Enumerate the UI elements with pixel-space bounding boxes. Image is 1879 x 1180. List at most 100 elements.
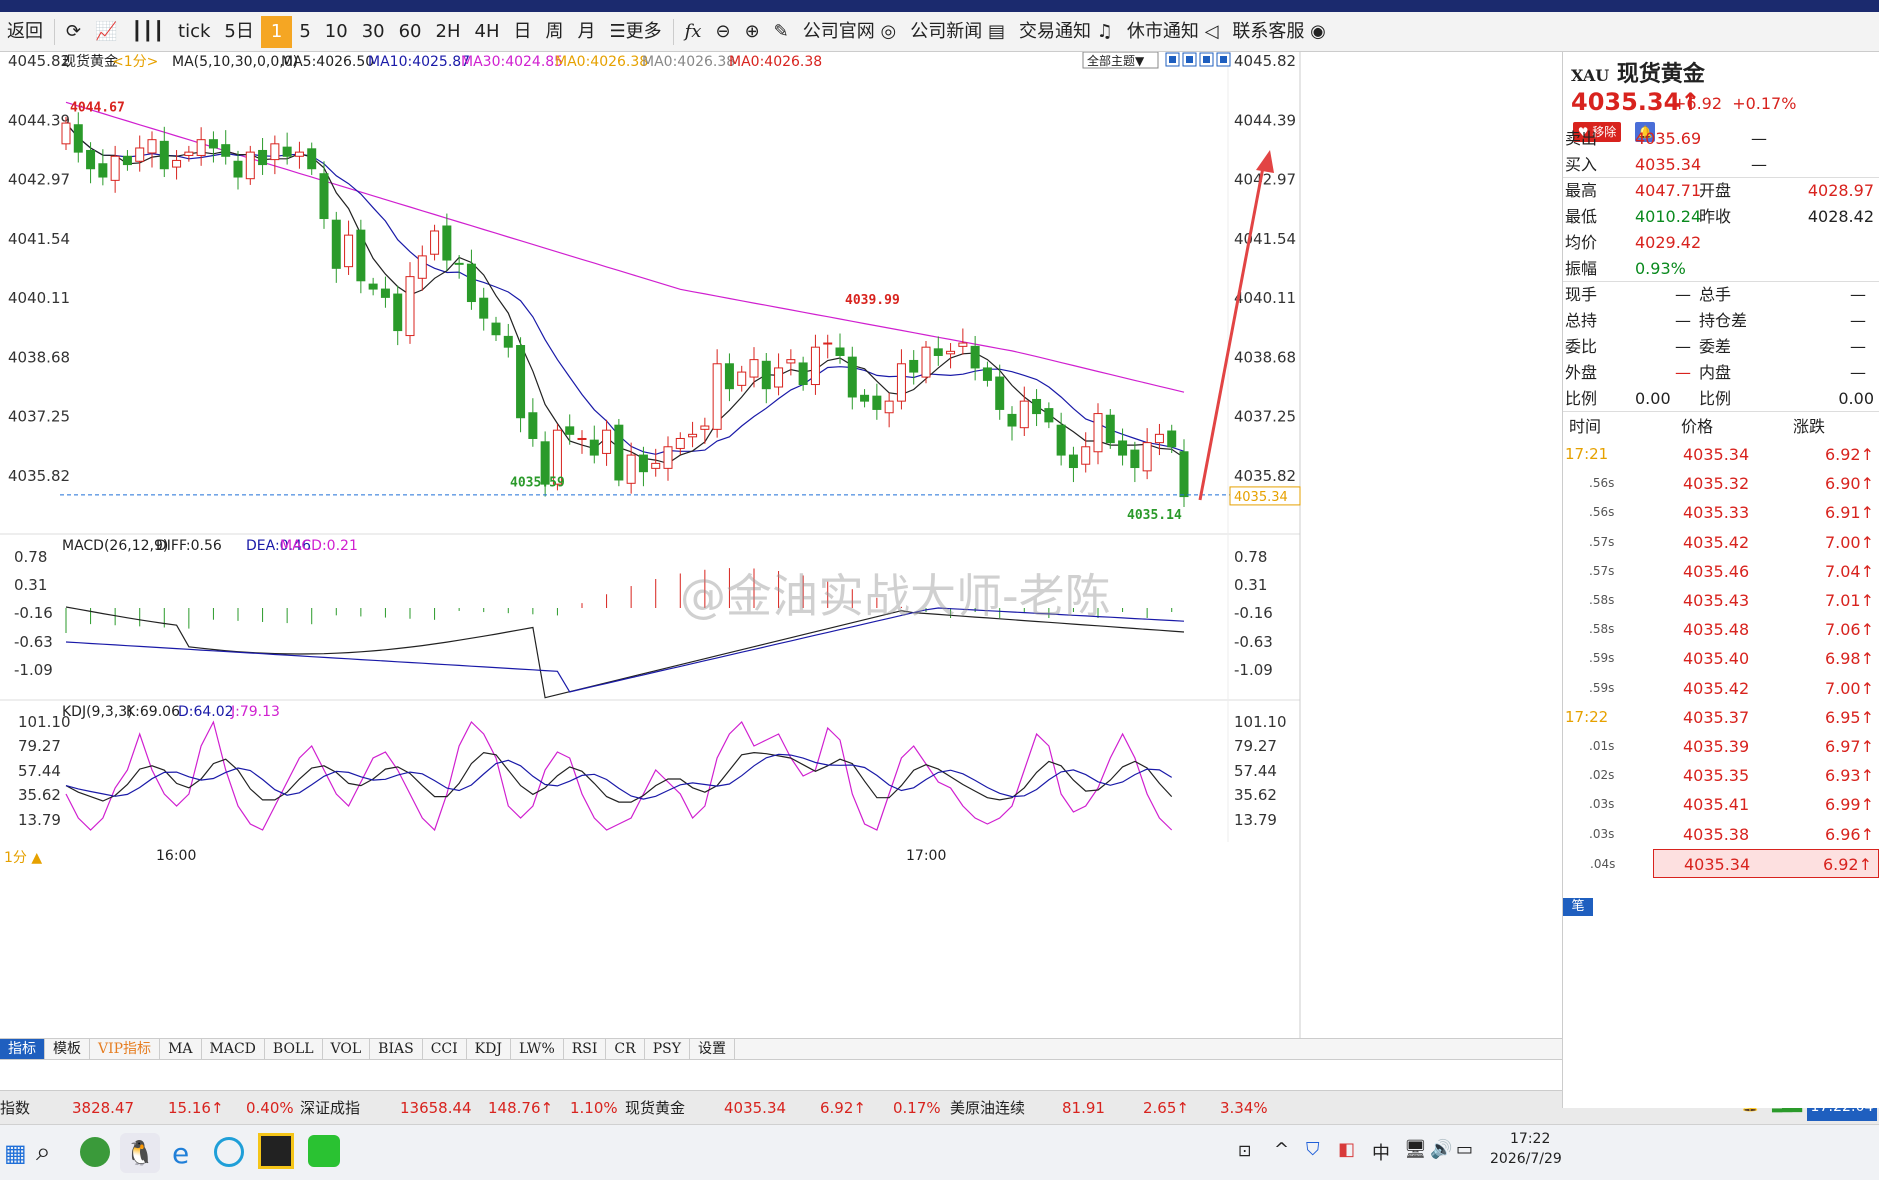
tab-ticks[interactable]: 笔 — [1563, 898, 1593, 916]
network-icon[interactable]: 🖥 — [1404, 1139, 1427, 1160]
quote-label: 振幅 — [1565, 259, 1598, 278]
shield-icon[interactable]: ⛉ — [1306, 1139, 1320, 1160]
tray-app-icon[interactable]: ⊡ — [1238, 1141, 1251, 1160]
indicator-tab[interactable]: BIAS — [370, 1039, 423, 1059]
chart-tool-icon-2[interactable] — [1199, 52, 1214, 67]
menu-icon: ☰ — [609, 20, 626, 42]
quote-value: 4028.42 — [1807, 207, 1874, 226]
period-10m[interactable]: 10 — [318, 16, 355, 48]
edge-icon[interactable]: e — [172, 1137, 189, 1170]
zoom-in-icon[interactable]: ⊕ — [738, 16, 767, 48]
quote-row: 买入 4035.34 — — [1563, 152, 1879, 178]
indicator-tab[interactable]: 设置 — [690, 1039, 735, 1059]
period-tick[interactable]: tick — [171, 16, 217, 48]
price-tag-text: 4035.34 — [1234, 490, 1288, 505]
candle — [860, 389, 870, 408]
zoom-out-icon[interactable]: ⊖ — [708, 16, 737, 48]
trade-change: 6.91↑ — [1824, 503, 1874, 523]
period-5m[interactable]: 5 — [292, 16, 317, 48]
period-2h[interactable]: 2H — [429, 16, 468, 48]
formula-icon[interactable]: fx — [678, 16, 709, 48]
taskbar-date[interactable]: 2026/7/29 — [1490, 1151, 1562, 1167]
link-company-site[interactable]: 公司官网 ◎ — [796, 16, 903, 48]
quote-label: 卖出 — [1565, 129, 1598, 148]
macd-y-tick: -0.63 — [14, 633, 53, 651]
chart-tool-icon-3[interactable] — [1216, 52, 1231, 67]
volume-icon[interactable]: 🔊 — [1430, 1139, 1452, 1160]
kdj-y-tick-right: 57.44 — [1234, 762, 1277, 780]
period-30m[interactable]: 30 — [355, 16, 392, 48]
link-trade-notice[interactable]: 交易通知 ♫ — [1012, 16, 1120, 48]
trade-price: 4035.35 — [1683, 766, 1750, 786]
trade-price: 4035.43 — [1683, 591, 1750, 610]
ma30-line — [65, 101, 1185, 393]
indicator-tab[interactable]: RSI — [564, 1039, 607, 1059]
chart-tool-icon-1[interactable] — [1182, 52, 1197, 67]
period-5d[interactable]: 5日 — [217, 16, 260, 48]
period-day[interactable]: 日 — [507, 16, 539, 48]
indicator-tab[interactable]: 指标 — [0, 1039, 45, 1059]
quote-label: 买入 — [1565, 155, 1598, 174]
refresh-icon[interactable]: ⟳ — [59, 16, 88, 48]
trading-app-icon[interactable] — [258, 1133, 294, 1169]
candle — [884, 392, 894, 428]
link-market-close[interactable]: 休市通知 ◁ — [1120, 16, 1226, 48]
chart-area[interactable]: 现货黄金 <1分> MA(5,10,30,0,0,0) MA5:4026.50 MA10… — [0, 51, 1562, 1052]
candle — [946, 343, 956, 369]
indicator-tab[interactable]: LW% — [511, 1039, 564, 1059]
taskbar-time[interactable]: 17:22 — [1510, 1131, 1550, 1147]
indicator-tab[interactable]: MACD — [202, 1039, 265, 1059]
indicator-tab[interactable]: CCI — [423, 1039, 467, 1059]
trade-change: 6.96↑ — [1824, 824, 1874, 844]
quote-label: 持仓差 — [1699, 311, 1748, 330]
tray-red-icon[interactable]: ◧ — [1338, 1139, 1355, 1160]
kline-chart[interactable]: 现货黄金<1分> MA(5,10,30,0,0,0)MA5:4026.50MA10… — [0, 51, 1562, 1052]
chevron-up-icon[interactable]: ^ — [1274, 1139, 1289, 1160]
more-button[interactable]: ☰更多 — [603, 16, 669, 48]
period-month[interactable]: 月 — [571, 16, 603, 48]
trade-change: 6.93↑ — [1824, 766, 1874, 786]
period-4h[interactable]: 4H — [468, 16, 507, 48]
candle — [1093, 403, 1103, 465]
kdj-y-tick: 13.79 — [18, 811, 61, 829]
candle — [417, 245, 427, 291]
indicator-tab[interactable]: VIP指标 — [90, 1039, 161, 1059]
candle — [196, 127, 206, 166]
theme-dropdown[interactable]: 全部主题▼ — [1082, 51, 1159, 69]
period-60m[interactable]: 60 — [392, 16, 429, 48]
indicator-tab[interactable]: CR — [606, 1039, 645, 1059]
trade-row: .03s 4035.38 6.96↑ — [1563, 820, 1879, 849]
back-button[interactable]: 返回 — [0, 16, 50, 48]
period-indicator[interactable]: 1分 ▲ — [4, 850, 42, 866]
indicator-tab[interactable]: KDJ — [467, 1039, 511, 1059]
wechat-icon[interactable] — [308, 1135, 340, 1167]
browser-green-icon[interactable] — [80, 1137, 110, 1167]
chart-tool-icon-0[interactable] — [1165, 52, 1180, 67]
candlestick-icon[interactable]: ┃┃┃ — [125, 16, 172, 48]
quote-value: 0.93% — [1635, 259, 1686, 278]
candle — [368, 277, 378, 296]
period-1m[interactable]: 1 — [260, 15, 293, 48]
indicator-tab[interactable]: 模板 — [45, 1039, 90, 1059]
indicator-tab[interactable]: VOL — [323, 1039, 371, 1059]
search-icon[interactable]: ⌕ — [36, 1137, 51, 1168]
windows-start-icon[interactable]: ▦ — [4, 1139, 27, 1167]
qq-icon[interactable]: 🐧 — [120, 1133, 160, 1173]
indicator-tab[interactable]: PSY — [645, 1039, 690, 1059]
indicator-tab[interactable]: MA — [160, 1039, 202, 1059]
ime-indicator[interactable]: 中 — [1372, 1139, 1390, 1165]
indicator-tab[interactable]: BOLL — [265, 1039, 323, 1059]
link-support[interactable]: 联系客服 ◉ — [1225, 16, 1332, 48]
battery-icon[interactable]: ▭ — [1456, 1139, 1473, 1160]
draw-pen-icon[interactable]: ✎ — [767, 16, 796, 48]
app-icon[interactable] — [214, 1137, 244, 1167]
period-week[interactable]: 周 — [539, 16, 571, 48]
candle — [1044, 402, 1054, 429]
line-chart-icon[interactable]: 📈 — [88, 16, 124, 48]
trade-time: .58s — [1589, 622, 1615, 637]
macd-y-tick-right: -0.16 — [1234, 604, 1273, 622]
support-icon: ◉ — [1310, 20, 1326, 42]
trade-price: 4035.46 — [1683, 561, 1750, 581]
link-company-news[interactable]: 公司新闻 ▤ — [903, 16, 1012, 48]
trades-header: 时间 价格 涨跌 — [1563, 414, 1879, 440]
